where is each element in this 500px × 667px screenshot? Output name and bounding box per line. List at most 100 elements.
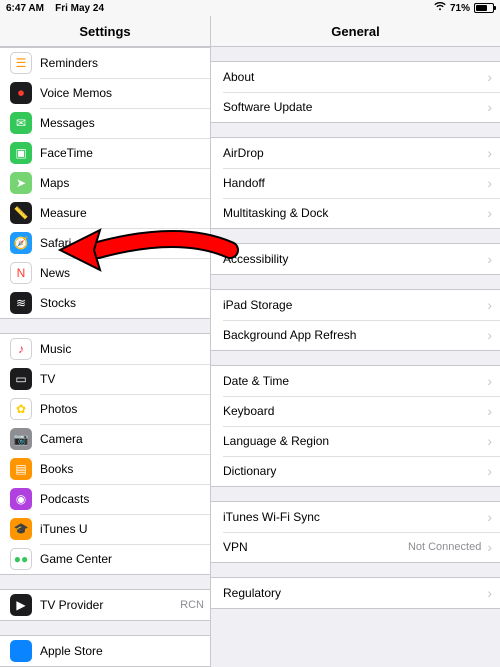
- detail-item-label: Language & Region: [223, 434, 487, 448]
- detail-item-label: Multitasking & Dock: [223, 206, 487, 220]
- sidebar-item-itunes-u[interactable]: 🎓 iTunes U: [0, 514, 210, 544]
- facetime-icon: ▣: [10, 142, 32, 164]
- detail-item-label: Accessibility: [223, 252, 487, 266]
- camera-icon: 📷: [10, 428, 32, 450]
- sidebar-item-label: Stocks: [40, 296, 210, 310]
- chevron-right-icon: ›: [487, 404, 492, 418]
- sidebar-item-messages[interactable]: ✉︎ Messages: [0, 108, 210, 138]
- sidebar-item-label: Camera: [40, 432, 210, 446]
- detail-item-label: Regulatory: [223, 586, 487, 600]
- sidebar-item-tv[interactable]: ▭TV: [0, 364, 210, 394]
- detail-item-keyboard[interactable]: Keyboard›: [211, 396, 500, 426]
- podcasts-icon: ◉: [10, 488, 32, 510]
- sidebar-item-label: Safari: [40, 236, 210, 250]
- detail-item-multitasking-dock[interactable]: Multitasking & Dock›: [211, 198, 500, 228]
- detail-item-label: iTunes Wi-Fi Sync: [223, 510, 487, 524]
- settings-detail[interactable]: About›Software Update›AirDrop›Handoff›Mu…: [211, 47, 500, 667]
- detail-title: General: [211, 16, 500, 46]
- chevron-right-icon: ›: [487, 540, 492, 554]
- sidebar-item-measure[interactable]: 📏Measure: [0, 198, 210, 228]
- detail-item-software-update[interactable]: Software Update›: [211, 92, 500, 122]
- messages-icon: ✉︎: [10, 112, 32, 134]
- detail-item-label: VPN: [223, 540, 408, 554]
- detail-item-label: Date & Time: [223, 374, 487, 388]
- chevron-right-icon: ›: [487, 374, 492, 388]
- reminders-icon: ☰: [10, 52, 32, 74]
- detail-item-date-time[interactable]: Date & Time›: [211, 366, 500, 396]
- sidebar-item-game-center[interactable]: ●●Game Center: [0, 544, 210, 574]
- detail-item-language-region[interactable]: Language & Region›: [211, 426, 500, 456]
- sidebar-item-voice-memos[interactable]: ⏺ Voice Memos: [0, 78, 210, 108]
- sidebar-item-label: iTunes U: [40, 522, 210, 536]
- chevron-right-icon: ›: [487, 586, 492, 600]
- sidebar-item-label: TV: [40, 372, 210, 386]
- detail-item-accessibility[interactable]: Accessibility›: [211, 244, 500, 274]
- sidebar-item-apple-store[interactable]: Apple Store: [0, 636, 210, 666]
- news-icon: N: [10, 262, 32, 284]
- detail-item-label: Background App Refresh: [223, 328, 487, 342]
- safari-icon: 🧭: [10, 232, 32, 254]
- sidebar-item-reminders[interactable]: ☰Reminders: [0, 48, 210, 78]
- detail-item-itunes-wi-fi-sync[interactable]: iTunes Wi-Fi Sync›: [211, 502, 500, 532]
- detail-item-label: iPad Storage: [223, 298, 487, 312]
- sidebar-item-label: Voice Memos: [40, 86, 210, 100]
- status-bar: 6:47 AM Fri May 24 71%: [0, 0, 500, 16]
- battery-icon: [474, 3, 494, 13]
- chevron-right-icon: ›: [487, 70, 492, 84]
- detail-item-regulatory[interactable]: Regulatory›: [211, 578, 500, 608]
- nav-bars: Settings General: [0, 16, 500, 47]
- sidebar-item-safari[interactable]: 🧭 Safari: [0, 228, 210, 258]
- music-icon: ♪: [10, 338, 32, 360]
- wifi-icon: [434, 2, 446, 14]
- sidebar-item-stocks[interactable]: ≋ Stocks: [0, 288, 210, 318]
- chevron-right-icon: ›: [487, 206, 492, 220]
- sidebar-item-label: Game Center: [40, 552, 210, 566]
- photos-icon: ✿: [10, 398, 32, 420]
- detail-item-background-app-refresh[interactable]: Background App Refresh›: [211, 320, 500, 350]
- sidebar-item-label: Maps: [40, 176, 210, 190]
- sidebar-item-news[interactable]: NNews: [0, 258, 210, 288]
- sidebar-item-tv-provider[interactable]: ▶TV ProviderRCN: [0, 590, 210, 620]
- detail-item-value: Not Connected: [408, 541, 481, 553]
- sidebar-item-facetime[interactable]: ▣FaceTime: [0, 138, 210, 168]
- itunesu-icon: 🎓: [10, 518, 32, 540]
- tvprovider-icon: ▶: [10, 594, 32, 616]
- sidebar-item-photos[interactable]: ✿ Photos: [0, 394, 210, 424]
- detail-item-handoff[interactable]: Handoff›: [211, 168, 500, 198]
- sidebar-title: Settings: [0, 16, 211, 46]
- voice-icon: ⏺: [10, 82, 32, 104]
- measure-icon: 📏: [10, 202, 32, 224]
- detail-item-label: AirDrop: [223, 146, 487, 160]
- sidebar-item-books[interactable]: ▤ Books: [0, 454, 210, 484]
- sidebar-item-label: Messages: [40, 116, 210, 130]
- detail-item-airdrop[interactable]: AirDrop›: [211, 138, 500, 168]
- detail-item-dictionary[interactable]: Dictionary›: [211, 456, 500, 486]
- sidebar-item-music[interactable]: ♪ Music: [0, 334, 210, 364]
- sidebar-item-label: Books: [40, 462, 210, 476]
- sidebar-item-camera[interactable]: 📷 Camera: [0, 424, 210, 454]
- applestore-icon: [10, 640, 32, 662]
- sidebar-item-label: Photos: [40, 402, 210, 416]
- detail-item-label: Handoff: [223, 176, 487, 190]
- detail-item-ipad-storage[interactable]: iPad Storage›: [211, 290, 500, 320]
- sidebar-item-label: Apple Store: [40, 644, 210, 658]
- sidebar-item-value: RCN: [180, 599, 204, 611]
- sidebar-item-podcasts[interactable]: ◉ Podcasts: [0, 484, 210, 514]
- sidebar-item-maps[interactable]: ➤ Maps: [0, 168, 210, 198]
- sidebar-item-label: Podcasts: [40, 492, 210, 506]
- chevron-right-icon: ›: [487, 146, 492, 160]
- settings-sidebar[interactable]: ☰Reminders ⏺ Voice Memos ✉︎ Messages ▣FaceTim…: [0, 47, 211, 667]
- chevron-right-icon: ›: [487, 510, 492, 524]
- stocks-icon: ≋: [10, 292, 32, 314]
- chevron-right-icon: ›: [487, 464, 492, 478]
- detail-item-vpn[interactable]: VPNNot Connected ›: [211, 532, 500, 562]
- detail-item-about[interactable]: About›: [211, 62, 500, 92]
- detail-item-label: About: [223, 70, 487, 84]
- battery-percent: 71%: [450, 3, 470, 14]
- sidebar-item-label: Music: [40, 342, 210, 356]
- detail-item-label: Dictionary: [223, 464, 487, 478]
- maps-icon: ➤: [10, 172, 32, 194]
- status-date: Fri May 24: [55, 3, 104, 14]
- books-icon: ▤: [10, 458, 32, 480]
- chevron-right-icon: ›: [487, 252, 492, 266]
